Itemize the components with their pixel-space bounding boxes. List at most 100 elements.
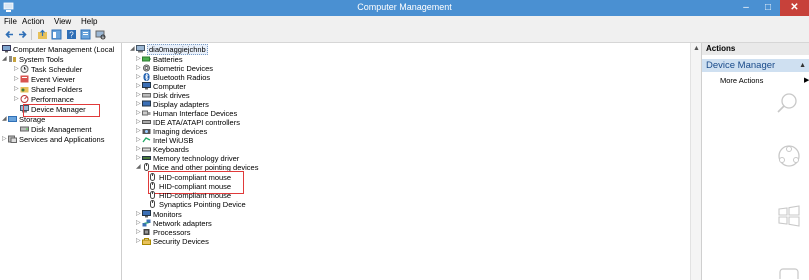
device-category-memory-tech[interactable]: ▷ Memory technology driver <box>136 154 239 163</box>
tree-item-system-tools[interactable]: ◢ System Tools <box>2 55 63 64</box>
up-folder-icon[interactable] <box>37 29 48 40</box>
tree-item-performance[interactable]: ▷ Performance <box>14 95 74 104</box>
back-arrow-icon[interactable] <box>4 29 15 40</box>
device-label: Biometric Devices <box>153 64 214 73</box>
menu-view[interactable]: View <box>54 16 71 27</box>
event-viewer-icon <box>20 75 29 83</box>
device-category-batteries[interactable]: ▷ Batteries <box>136 55 183 64</box>
performance-icon <box>20 95 29 103</box>
device-category-biometric[interactable]: ▷ Biometric Devices <box>136 64 213 73</box>
disk-icon <box>20 126 29 132</box>
tools-icon <box>9 56 16 62</box>
device-category-imaging[interactable]: ▷ Imaging devices <box>136 127 207 136</box>
actions-header: Actions <box>702 43 809 55</box>
title-bar: Computer Management – □ ✕ <box>0 0 809 16</box>
help-icon[interactable]: ? <box>66 29 77 40</box>
tree-item-storage[interactable]: ◢ Storage <box>2 115 45 124</box>
device-synaptics[interactable]: Synaptics Pointing Device <box>148 200 246 209</box>
device-category-monitors[interactable]: ▷ Monitors <box>136 210 182 219</box>
tree-item-task-scheduler[interactable]: ▷ Task Scheduler <box>14 65 82 74</box>
device-category-keyboards[interactable]: ▷ Keyboards <box>136 145 189 154</box>
device-label: IDE ATA/ATAPI controllers <box>153 118 240 127</box>
console-tree: Computer Management (Local ◢ System Tools… <box>0 43 122 280</box>
bluetooth-icon <box>143 73 150 81</box>
menu-help[interactable]: Help <box>81 16 97 27</box>
device-hid-mouse-3[interactable]: HID-compliant mouse <box>148 191 231 200</box>
device-category-display-adapters[interactable]: ▷ Display adapters <box>136 100 209 109</box>
device-tree: ◢ dia0maggiejchnb ▷ Batteries ▷ Biometric D… <box>122 43 701 280</box>
actions-pane: Actions Device Manager ▲ More Actions ▶ <box>701 43 809 280</box>
tree-label: Services and Applications <box>19 135 105 144</box>
monitor-icon <box>142 210 151 218</box>
tree-item-services-and-applications[interactable]: ▷ Services and Applications <box>2 135 104 144</box>
shared-folder-icon <box>20 87 29 93</box>
submenu-arrow-icon: ▶ <box>804 77 809 84</box>
processor-icon <box>143 229 150 235</box>
properties-icon[interactable] <box>80 29 91 40</box>
monitor-icon <box>142 82 151 90</box>
tree-label: Shared Folders <box>31 85 83 94</box>
tree-item-computer-management[interactable]: Computer Management (Local <box>2 45 114 54</box>
device-category-security[interactable]: ▷ Security Devices <box>136 237 209 246</box>
windows-start-icon <box>778 205 800 227</box>
camera-icon <box>142 129 151 134</box>
collapse-arrow-icon[interactable]: ▲ <box>799 59 806 72</box>
computer-icon <box>136 45 145 53</box>
scroll-up-arrow-icon[interactable]: ▲ <box>693 45 700 52</box>
ide-controller-icon <box>142 120 151 124</box>
device-label: Monitors <box>153 210 182 219</box>
hid-icon <box>142 110 151 116</box>
services-icon <box>8 135 17 143</box>
more-actions-label: More Actions <box>720 76 764 85</box>
tree-item-event-viewer[interactable]: ▷ Event Viewer <box>14 75 75 84</box>
device-label: HID-compliant mouse <box>159 191 232 200</box>
battery-icon <box>142 56 151 62</box>
menu-bar: File Action View Help <box>0 16 809 27</box>
menu-file[interactable]: File <box>4 16 17 27</box>
device-label: Network adapters <box>153 219 212 228</box>
device-label: Batteries <box>153 55 183 64</box>
tree-item-shared-folders[interactable]: ▷ Shared Folders <box>14 85 82 94</box>
root-label: dia0maggiejchnb <box>147 44 208 55</box>
menu-action[interactable]: Action <box>22 16 44 27</box>
devices-icon <box>779 268 799 279</box>
disk-drive-icon <box>142 93 151 98</box>
clock-icon <box>20 65 29 73</box>
device-category-network[interactable]: ▷ Network adapters <box>136 219 212 228</box>
svg-text:?: ? <box>69 31 74 40</box>
minimize-button[interactable]: – <box>736 0 756 16</box>
maximize-button[interactable]: □ <box>758 0 778 16</box>
forward-arrow-icon[interactable] <box>17 29 28 40</box>
window-title: Computer Management <box>357 2 452 12</box>
device-category-ide[interactable]: ▷ IDE ATA/ATAPI controllers <box>136 118 240 127</box>
usb-icon <box>142 137 151 143</box>
tree-item-disk-management[interactable]: Disk Management <box>20 125 91 134</box>
tree-label: Performance <box>31 95 74 104</box>
show-hide-tree-icon[interactable] <box>51 29 62 40</box>
device-label: Intel WiUSB <box>153 136 194 145</box>
device-tree-root[interactable]: ◢ dia0maggiejchnb <box>130 44 208 55</box>
fingerprint-icon <box>143 64 150 72</box>
storage-icon <box>8 116 17 122</box>
device-category-hid[interactable]: ▷ Human Interface Devices <box>136 109 237 118</box>
mouse-icon <box>150 191 155 199</box>
share-icon <box>778 145 800 167</box>
device-category-intel-wiusb[interactable]: ▷ Intel WiUSB <box>136 136 193 145</box>
tree-label: System Tools <box>19 55 64 64</box>
device-category-processors[interactable]: ▷ Processors <box>136 228 191 237</box>
scan-hardware-icon[interactable] <box>95 29 106 40</box>
device-label: Memory technology driver <box>153 154 240 163</box>
search-icon <box>777 93 797 113</box>
mouse-icon <box>144 163 149 171</box>
security-icon <box>142 238 151 245</box>
device-category-disk-drives[interactable]: ▷ Disk drives <box>136 91 190 100</box>
tree-label: Storage <box>19 115 46 124</box>
device-label: Processors <box>153 228 191 237</box>
toolbar: ? <box>0 27 809 43</box>
actions-section-device-manager[interactable]: Device Manager ▲ <box>702 59 809 72</box>
section-label: Device Manager <box>706 60 776 71</box>
device-category-computer[interactable]: ▷ Computer <box>136 82 186 91</box>
more-actions-link[interactable]: More Actions <box>720 76 763 85</box>
close-button[interactable]: ✕ <box>780 0 809 16</box>
device-category-bluetooth[interactable]: ▷ Bluetooth Radios <box>136 73 210 82</box>
